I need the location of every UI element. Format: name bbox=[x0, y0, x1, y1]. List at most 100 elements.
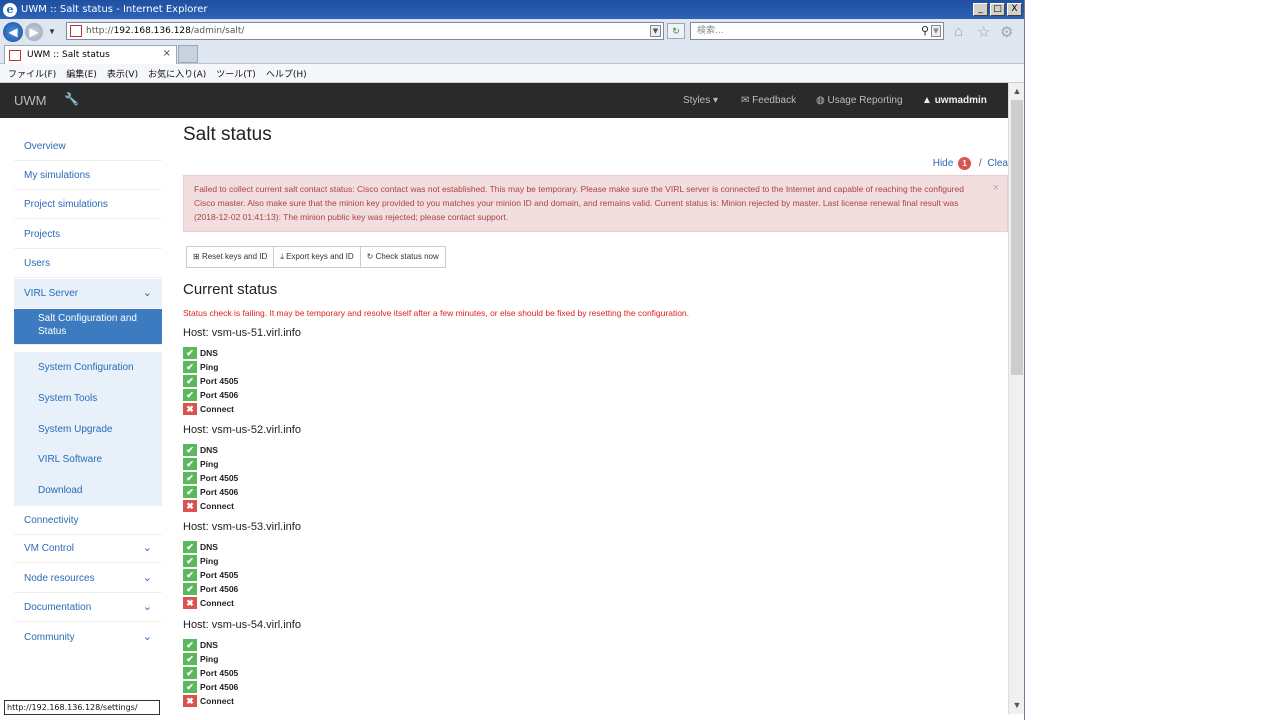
history-dropdown-icon[interactable]: ▼ bbox=[48, 27, 56, 36]
hide-messages-link[interactable]: Hide bbox=[933, 158, 954, 169]
home-icon[interactable]: ⌂ bbox=[954, 23, 963, 40]
chevron-down-icon: ⌄ bbox=[142, 631, 152, 643]
reset-keys-button[interactable]: ⊞ Reset keys and ID bbox=[186, 246, 275, 268]
status-bar-url: http://192.168.136.128/settings/ bbox=[4, 700, 160, 715]
sidebar-item-connectivity[interactable]: Connectivity bbox=[14, 506, 162, 535]
check-ok-icon: ✔ bbox=[183, 555, 197, 567]
check-connect: ✖ Connect bbox=[183, 596, 583, 610]
title-bar: e UWM :: Salt status - Internet Explorer… bbox=[0, 0, 1024, 19]
user-icon: ▲ bbox=[922, 95, 935, 106]
favorites-star-icon[interactable]: ☆ bbox=[977, 23, 990, 41]
wrench-icon[interactable]: 🔧 bbox=[64, 92, 79, 106]
chevron-down-icon: ⌄ bbox=[142, 572, 152, 584]
plus-square-icon: ⊞ bbox=[193, 252, 202, 261]
sidebar-item-users[interactable]: Users bbox=[14, 249, 162, 278]
sidebar-item-overview[interactable]: Overview bbox=[14, 132, 162, 161]
check-label: Port 4505 bbox=[200, 570, 239, 580]
forward-button[interactable]: ▶ bbox=[25, 22, 43, 41]
refresh-icon: ↻ bbox=[366, 252, 376, 261]
tab-bar: UWM :: Salt status × bbox=[0, 44, 1024, 64]
check-label: Port 4506 bbox=[200, 487, 239, 497]
scroll-thumb[interactable] bbox=[1011, 100, 1023, 375]
host-block: Host: vsm-us-51.virl.info ✔ DNS ✔ Ping ✔ Po… bbox=[183, 326, 583, 416]
chevron-down-icon: ⌄ bbox=[142, 542, 152, 554]
sidebar-item-community[interactable]: Community ⌄ bbox=[14, 623, 162, 652]
check-ok-icon: ✔ bbox=[183, 583, 197, 595]
new-tab-button[interactable] bbox=[178, 45, 198, 63]
sidebar-item-download[interactable]: Download bbox=[14, 475, 162, 506]
sidebar-item-virl-server[interactable]: VIRL Server ⌄ bbox=[14, 279, 162, 308]
sidebar-item-project-simulations[interactable]: Project simulations bbox=[14, 190, 162, 219]
search-icon[interactable]: ⚲ bbox=[921, 23, 929, 39]
sidebar-item-system-upgrade[interactable]: System Upgrade bbox=[14, 414, 162, 445]
compat-refresh-button[interactable]: ↻ bbox=[667, 23, 685, 39]
check-ping: ✔ Ping bbox=[183, 457, 583, 471]
check-port-4505: ✔ Port 4505 bbox=[183, 568, 583, 582]
alert-close-icon[interactable]: × bbox=[993, 181, 999, 195]
tab-salt-status[interactable]: UWM :: Salt status × bbox=[4, 45, 177, 64]
brand-link[interactable]: UWM bbox=[14, 93, 47, 108]
browser-window: e UWM :: Salt status - Internet Explorer… bbox=[0, 0, 1025, 720]
check-port-4506: ✔ Port 4506 bbox=[183, 485, 583, 499]
check-status-button[interactable]: ↻ Check status now bbox=[360, 246, 446, 268]
styles-menu[interactable]: Styles ▾ bbox=[683, 95, 718, 106]
settings-gear-icon[interactable]: ⚙ bbox=[1000, 23, 1013, 41]
check-label: Ping bbox=[200, 654, 219, 664]
main-content: Salt status Hide 1 / Clea Failed to coll… bbox=[183, 118, 1008, 718]
check-label: DNS bbox=[200, 640, 218, 650]
check-fail-icon: ✖ bbox=[183, 695, 197, 707]
check-ok-icon: ✔ bbox=[183, 681, 197, 693]
usage-label: Usage Reporting bbox=[827, 95, 903, 106]
check-label: Connect bbox=[200, 598, 234, 608]
alert-message: Failed to collect current salt contact s… bbox=[194, 184, 964, 222]
minimize-button[interactable]: _ bbox=[973, 3, 988, 16]
tab-page-icon bbox=[9, 49, 21, 61]
check-label: Ping bbox=[200, 459, 219, 469]
export-keys-button[interactable]: ⤓ Export keys and ID bbox=[274, 246, 361, 268]
menu-file[interactable]: ファイル(F) bbox=[8, 67, 56, 80]
scroll-up-icon[interactable]: ▲ bbox=[1009, 83, 1024, 100]
check-ok-icon: ✔ bbox=[183, 361, 197, 373]
user-menu[interactable]: ▲ uwmadmin bbox=[922, 95, 987, 106]
check-dns: ✔ DNS bbox=[183, 346, 583, 360]
menu-help[interactable]: ヘルプ(H) bbox=[266, 67, 307, 80]
sidebar-item-documentation[interactable]: Documentation ⌄ bbox=[14, 593, 162, 622]
scroll-down-icon[interactable]: ▼ bbox=[1009, 697, 1024, 714]
host-title: Host: vsm-us-53.virl.info bbox=[183, 521, 301, 533]
host-block: Host: vsm-us-53.virl.info ✔ DNS ✔ Ping ✔ Po… bbox=[183, 520, 583, 610]
search-dropdown-icon[interactable]: ▼ bbox=[931, 25, 941, 37]
sidebar: Overview My simulations Project simulati… bbox=[0, 118, 170, 718]
clear-messages-link[interactable]: Clea bbox=[987, 158, 1008, 169]
maximize-button[interactable]: □ bbox=[990, 3, 1005, 16]
feedback-link[interactable]: ✉ Feedback bbox=[741, 95, 796, 106]
sidebar-item-my-simulations[interactable]: My simulations bbox=[14, 161, 162, 190]
check-ok-icon: ✔ bbox=[183, 569, 197, 581]
check-connect: ✖ Connect bbox=[183, 694, 583, 708]
page-title: Salt status bbox=[183, 124, 272, 145]
sidebar-item-node-resources[interactable]: Node resources ⌄ bbox=[14, 564, 162, 593]
check-port-4506: ✔ Port 4506 bbox=[183, 388, 583, 402]
page-scrollbar[interactable]: ▲ ▼ bbox=[1008, 83, 1024, 714]
tab-close-icon[interactable]: × bbox=[163, 48, 171, 59]
back-button[interactable]: ◀ bbox=[3, 21, 23, 42]
chevron-down-icon: ⌄ bbox=[142, 601, 152, 613]
check-dns: ✔ DNS bbox=[183, 443, 583, 457]
search-input[interactable]: 検索... ⚲ ▼ bbox=[690, 22, 944, 40]
menu-view[interactable]: 表示(V) bbox=[107, 67, 138, 80]
menu-favorites[interactable]: お気に入り(A) bbox=[148, 67, 206, 80]
sidebar-item-projects[interactable]: Projects bbox=[14, 220, 162, 249]
sidebar-item-system-tools[interactable]: System Tools bbox=[14, 383, 162, 414]
host-block: Host: vsm-us-54.virl.info ✔ DNS ✔ Ping ✔ Po… bbox=[183, 618, 583, 708]
sidebar-item-system-configuration[interactable]: System Configuration bbox=[14, 352, 162, 383]
sidebar-item-vm-control[interactable]: VM Control ⌄ bbox=[14, 534, 162, 563]
sidebar-item-salt-configuration[interactable]: Salt Configuration and Status bbox=[14, 309, 162, 345]
url-input[interactable]: http://192.168.136.128/admin/salt/ ▼ bbox=[66, 22, 664, 40]
tab-title: UWM :: Salt status bbox=[27, 50, 110, 60]
url-dropdown-icon[interactable]: ▼ bbox=[650, 25, 661, 37]
check-label: Port 4505 bbox=[200, 473, 239, 483]
usage-reporting-link[interactable]: ◍ Usage Reporting bbox=[816, 95, 903, 106]
sidebar-item-virl-software[interactable]: VIRL Software bbox=[14, 444, 162, 475]
menu-tools[interactable]: ツール(T) bbox=[216, 67, 256, 80]
close-window-button[interactable]: X bbox=[1007, 3, 1022, 16]
menu-edit[interactable]: 編集(E) bbox=[66, 67, 97, 80]
